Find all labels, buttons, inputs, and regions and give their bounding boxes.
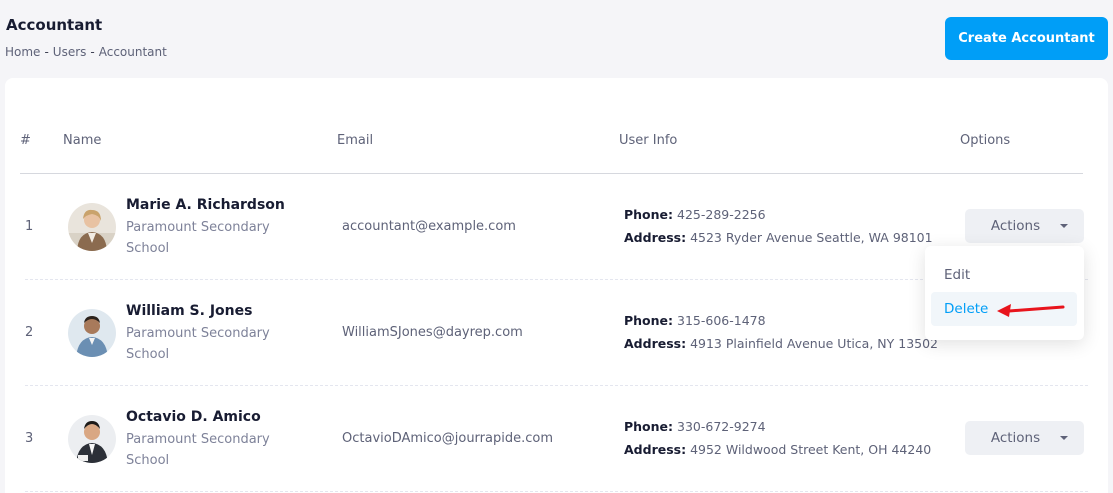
address-label: Address: — [624, 336, 687, 351]
row-number: 3 — [25, 431, 34, 446]
user-email: OctavioDAmico@jourrapide.com — [342, 431, 553, 446]
user-email: accountant@example.com — [342, 219, 516, 234]
actions-button[interactable]: Actions — [965, 209, 1084, 243]
address-value: 4523 Ryder Avenue Seattle, WA 98101 — [690, 230, 933, 245]
breadcrumb-users[interactable]: Users — [53, 45, 87, 59]
address-label: Address: — [624, 230, 687, 245]
breadcrumb: Home - Users - Accountant — [5, 45, 167, 59]
table-row: 3 Octavio D. Amico Paramount Secondary S… — [25, 386, 1088, 492]
user-school: Paramount Secondary School — [126, 220, 270, 256]
column-header-name: Name — [63, 133, 102, 148]
column-header-email: Email — [337, 133, 374, 148]
address-label: Address: — [624, 442, 687, 457]
actions-button[interactable]: Actions — [965, 421, 1084, 455]
user-name: William S. Jones — [126, 303, 253, 319]
row-number: 1 — [25, 219, 34, 234]
page-title: Accountant — [6, 16, 103, 34]
breadcrumb-separator: - — [90, 45, 95, 59]
column-header-user-info: User Info — [619, 133, 678, 148]
table-header: # Name Email User Info Options — [20, 130, 1083, 174]
avatar-photo-icon — [68, 203, 116, 251]
phone-label: Phone: — [624, 207, 674, 222]
actions-dropdown-menu: Edit Delete — [925, 246, 1084, 340]
user-info: Phone: 330-672-9274 Address: 4952 Wildwo… — [624, 415, 931, 461]
avatar — [68, 415, 116, 463]
user-name: Marie A. Richardson — [126, 197, 285, 213]
breadcrumb-accountant: Accountant — [98, 45, 167, 59]
phone-label: Phone: — [624, 419, 674, 434]
breadcrumb-separator: - — [44, 45, 49, 59]
column-header-number: # — [20, 133, 31, 148]
create-accountant-button[interactable]: Create Accountant — [945, 17, 1108, 60]
breadcrumb-home[interactable]: Home — [5, 45, 40, 59]
address-value: 4913 Plainfield Avenue Utica, NY 13502 — [690, 336, 939, 351]
user-school: Paramount Secondary School — [126, 326, 270, 362]
user-info: Phone: 315-606-1478 Address: 4913 Plainf… — [624, 309, 938, 355]
caret-down-icon — [1060, 224, 1069, 228]
user-info: Phone: 425-289-2256 Address: 4523 Ryder … — [624, 203, 933, 249]
red-arrow-annotation-icon — [997, 304, 1065, 317]
user-email: WilliamSJones@dayrep.com — [342, 325, 523, 340]
row-number: 2 — [25, 325, 34, 340]
caret-down-icon — [1060, 436, 1069, 440]
phone-label: Phone: — [624, 313, 674, 328]
address-value: 4952 Wildwood Street Kent, OH 44240 — [690, 442, 932, 457]
actions-label: Actions — [990, 430, 1041, 446]
phone-value: 315-606-1478 — [677, 313, 766, 328]
actions-label: Actions — [990, 218, 1041, 234]
avatar-photo-icon — [68, 415, 116, 463]
phone-value: 425-289-2256 — [677, 207, 766, 222]
dropdown-item-edit[interactable]: Edit — [931, 258, 1077, 292]
user-name: Octavio D. Amico — [126, 409, 261, 425]
avatar — [68, 309, 116, 357]
avatar-photo-icon — [68, 309, 116, 357]
avatar — [68, 203, 116, 251]
column-header-options: Options — [960, 133, 1011, 148]
user-school: Paramount Secondary School — [126, 432, 270, 468]
phone-value: 330-672-9274 — [677, 419, 766, 434]
